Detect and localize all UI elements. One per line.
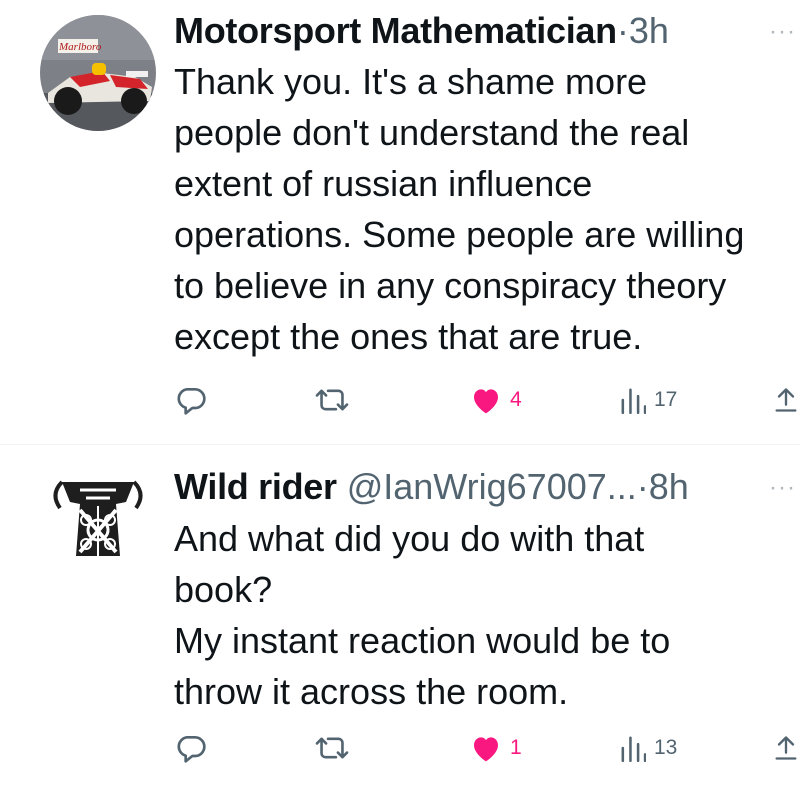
like-count: 1 xyxy=(510,736,522,759)
timestamp[interactable]: 3h xyxy=(629,10,669,51)
heart-filled-icon xyxy=(474,737,498,762)
heart-filled-icon xyxy=(474,389,498,414)
retweet-button[interactable] xyxy=(315,380,349,420)
tweet-text: Thank you. It's a shame more people don'… xyxy=(174,61,745,357)
reply-button[interactable] xyxy=(175,380,207,420)
reply-icon xyxy=(177,388,206,415)
logo-text: Marlboro xyxy=(58,41,102,53)
views-count: 17 xyxy=(654,388,678,411)
action-bar: 4 17 xyxy=(0,380,800,420)
retweet-icon xyxy=(315,389,349,411)
retweet-button[interactable] xyxy=(315,728,349,768)
views-button[interactable]: 13 xyxy=(620,728,677,768)
reply-icon xyxy=(177,736,206,763)
share-icon xyxy=(775,736,797,760)
tweet-header: Motorsport Mathematician·3h xyxy=(174,8,669,54)
race-car-avatar-image: Marlboro xyxy=(40,15,156,131)
tweet-2[interactable]: Wild rider @IanWrig67007...·8h ··· And w… xyxy=(0,445,800,801)
timestamp[interactable]: 8h xyxy=(649,466,689,507)
tweet-header: Wild rider @IanWrig67007...·8h xyxy=(174,464,689,510)
tweet-1[interactable]: Marlboro Motorsport Mathematician·3h ···… xyxy=(0,0,800,444)
more-options-icon[interactable]: ··· xyxy=(769,18,796,46)
author-name[interactable]: Wild rider xyxy=(174,466,337,507)
author-handle[interactable]: @IanWrig67007... xyxy=(347,466,637,507)
separator-dot: · xyxy=(636,466,649,507)
like-button[interactable]: 1 xyxy=(470,728,522,768)
views-icon xyxy=(621,388,646,414)
reply-button[interactable] xyxy=(175,728,207,768)
share-button[interactable] xyxy=(774,380,798,420)
views-icon xyxy=(621,736,646,762)
like-count: 4 xyxy=(510,388,522,411)
views-button[interactable]: 17 xyxy=(620,380,677,420)
retweet-icon xyxy=(315,737,349,759)
action-bar: 1 13 xyxy=(0,728,800,768)
avatar[interactable]: Marlboro xyxy=(40,15,156,131)
share-icon xyxy=(775,388,797,412)
share-button[interactable] xyxy=(774,728,798,768)
views-count: 13 xyxy=(654,736,678,759)
tweet-text: And what did you do with that book? My i… xyxy=(174,518,671,712)
author-name[interactable]: Motorsport Mathematician xyxy=(174,10,617,51)
avatar[interactable] xyxy=(40,460,156,576)
separator-dot: · xyxy=(616,10,629,51)
more-options-icon[interactable]: ··· xyxy=(769,474,796,502)
like-button[interactable]: 4 xyxy=(470,380,522,420)
celtic-pattern-avatar-image xyxy=(40,460,156,576)
